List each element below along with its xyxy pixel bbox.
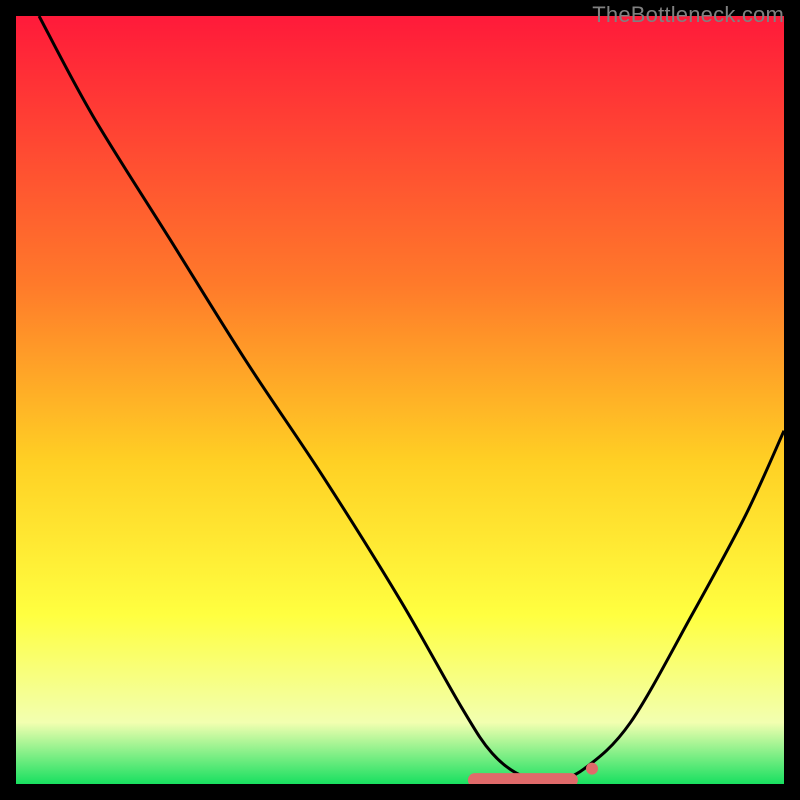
optimal-range-marker <box>468 773 578 784</box>
watermark: TheBottleneck.com <box>592 2 784 28</box>
chart-svg <box>16 16 784 784</box>
chart-frame <box>16 16 784 784</box>
marker-dot <box>586 763 598 775</box>
gradient-bg <box>16 16 784 784</box>
